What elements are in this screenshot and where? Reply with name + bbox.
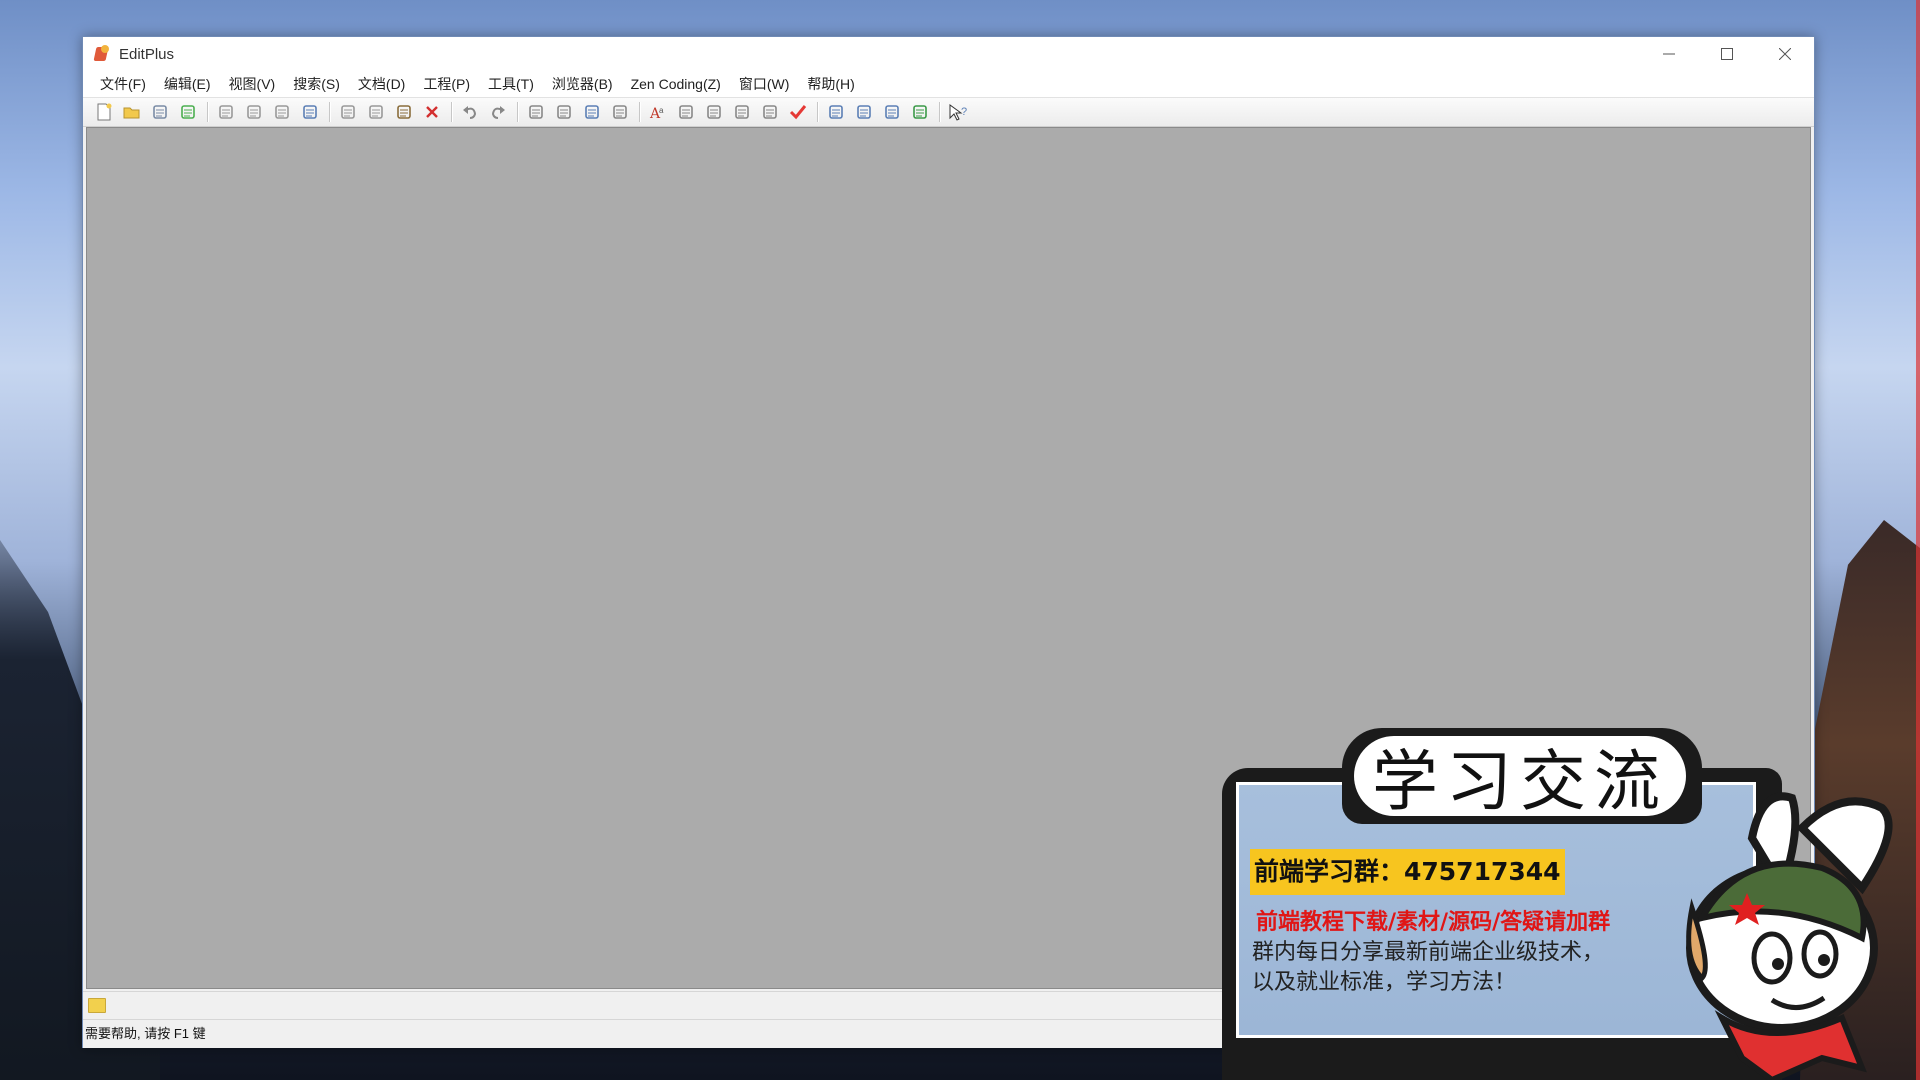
toolbar-separator [329, 102, 331, 122]
window-title: EditPlus [119, 45, 175, 63]
redo-icon [491, 106, 505, 119]
menu-document[interactable]: 文档(D) [349, 71, 414, 97]
toolbar-separator [451, 102, 453, 122]
status-text: 需要帮助, 请按 F1 键 [85, 1026, 206, 1041]
ad-description-line-1: 群内每日分享最新前端企业级技术， [1252, 940, 1605, 965]
word-wrap-button[interactable] [729, 100, 755, 124]
menu-help[interactable]: 帮助(H) [798, 71, 863, 97]
view-browser-icon [913, 105, 927, 119]
editplus-app-icon[interactable] [93, 45, 111, 63]
spell-check-icon [275, 105, 289, 119]
view-browser-button[interactable] [907, 100, 933, 124]
line-number-icon [763, 105, 777, 119]
view-dir-button[interactable] [823, 100, 849, 124]
menu-file[interactable]: 文件(F) [91, 71, 155, 97]
save-icon [153, 105, 167, 119]
ruler-button[interactable] [701, 100, 727, 124]
folder-icon[interactable] [88, 998, 106, 1013]
spell-check-button[interactable] [269, 100, 295, 124]
open-folder-icon [123, 107, 140, 119]
maximize-button[interactable] [1698, 37, 1756, 71]
minimize-icon [1663, 53, 1675, 55]
title-bar[interactable]: EditPlus [83, 37, 1814, 71]
toolbar-separator [207, 102, 209, 122]
toolbar-separator [817, 102, 819, 122]
check-button[interactable] [785, 100, 811, 124]
view-output-button[interactable] [879, 100, 905, 124]
view-cliptext-button[interactable] [851, 100, 877, 124]
ad-description: 群内每日分享最新前端企业级技术， 以及就业标准，学习方法！ [1252, 938, 1604, 998]
close-button[interactable] [1756, 37, 1814, 71]
close-icon [1779, 48, 1791, 60]
print-icon [247, 105, 261, 119]
menu-window[interactable]: 窗口(W) [730, 71, 799, 97]
menu-search[interactable]: 搜索(S) [284, 71, 349, 97]
print-preview-button[interactable] [213, 100, 239, 124]
cut-button[interactable] [335, 100, 361, 124]
undo-button[interactable] [457, 100, 483, 124]
open-folder-button[interactable] [119, 100, 145, 124]
font-button[interactable]: Aa [645, 100, 671, 124]
menu-browser[interactable]: 浏览器(B) [543, 71, 622, 97]
copy-icon [369, 105, 383, 119]
find-in-files-button[interactable] [579, 100, 605, 124]
ad-overlay-panel: 学习交流 前端学习群：475717344 前端教程下载/素材/源码/答疑请加群 … [1222, 728, 1920, 1080]
menu-view[interactable]: 视图(V) [220, 71, 285, 97]
html-preview-button[interactable] [297, 100, 323, 124]
hex-icon [679, 105, 693, 119]
save-all-button[interactable] [175, 100, 201, 124]
help-pointer-button[interactable]: ? [945, 100, 971, 124]
svg-text:?: ? [961, 106, 967, 118]
menu-tools[interactable]: 工具(T) [479, 71, 543, 97]
minimize-button[interactable] [1640, 37, 1698, 71]
view-output-icon [885, 105, 899, 119]
mascot-bunny-icon [1686, 792, 1893, 1080]
print-button[interactable] [241, 100, 267, 124]
replace-icon [557, 105, 571, 119]
ad-promo-line: 前端教程下载/素材/源码/答疑请加群 [1256, 910, 1611, 935]
menu-zen-coding[interactable]: Zen Coding(Z) [622, 71, 730, 97]
ad-description-line-2: 以及就业标准，学习方法！ [1252, 970, 1517, 995]
html-preview-icon [303, 105, 317, 119]
ad-group-number: 前端学习群：475717344 [1250, 849, 1565, 895]
maximize-icon [1721, 48, 1733, 60]
ad-heading: 学习交流 [1354, 736, 1686, 820]
help-pointer-icon: ? [949, 104, 967, 121]
toolbar: Aa? [83, 98, 1814, 127]
word-wrap-icon [735, 105, 749, 119]
delete-icon [426, 106, 438, 118]
line-number-button[interactable] [757, 100, 783, 124]
toolbar-separator [639, 102, 641, 122]
find-icon [529, 105, 543, 119]
check-icon [789, 105, 807, 120]
goto-line-icon [613, 105, 627, 119]
toolbar-separator [517, 102, 519, 122]
toolbar-separator [939, 102, 941, 122]
svg-text:a: a [659, 106, 664, 115]
copy-button[interactable] [363, 100, 389, 124]
menu-bar: 文件(F) 编辑(E) 视图(V) 搜索(S) 文档(D) 工程(P) 工具(T… [83, 71, 1814, 98]
goto-line-button[interactable] [607, 100, 633, 124]
print-preview-icon [219, 105, 233, 119]
cut-icon [341, 105, 355, 119]
ruler-icon [707, 105, 721, 119]
save-all-icon [181, 105, 195, 119]
hex-button[interactable] [673, 100, 699, 124]
undo-icon [463, 106, 477, 119]
menu-edit[interactable]: 编辑(E) [155, 71, 220, 97]
new-file-icon [97, 103, 112, 121]
paste-button[interactable] [391, 100, 417, 124]
redo-button[interactable] [485, 100, 511, 124]
view-cliptext-icon [857, 105, 871, 119]
replace-button[interactable] [551, 100, 577, 124]
view-dir-icon [829, 105, 843, 119]
delete-button[interactable] [419, 100, 445, 124]
menu-project[interactable]: 工程(P) [414, 71, 479, 97]
save-button[interactable] [147, 100, 173, 124]
font-icon: Aa [649, 106, 664, 120]
find-button[interactable] [523, 100, 549, 124]
paste-icon [397, 105, 411, 119]
find-in-files-icon [585, 105, 599, 119]
new-file-button[interactable] [91, 100, 117, 124]
